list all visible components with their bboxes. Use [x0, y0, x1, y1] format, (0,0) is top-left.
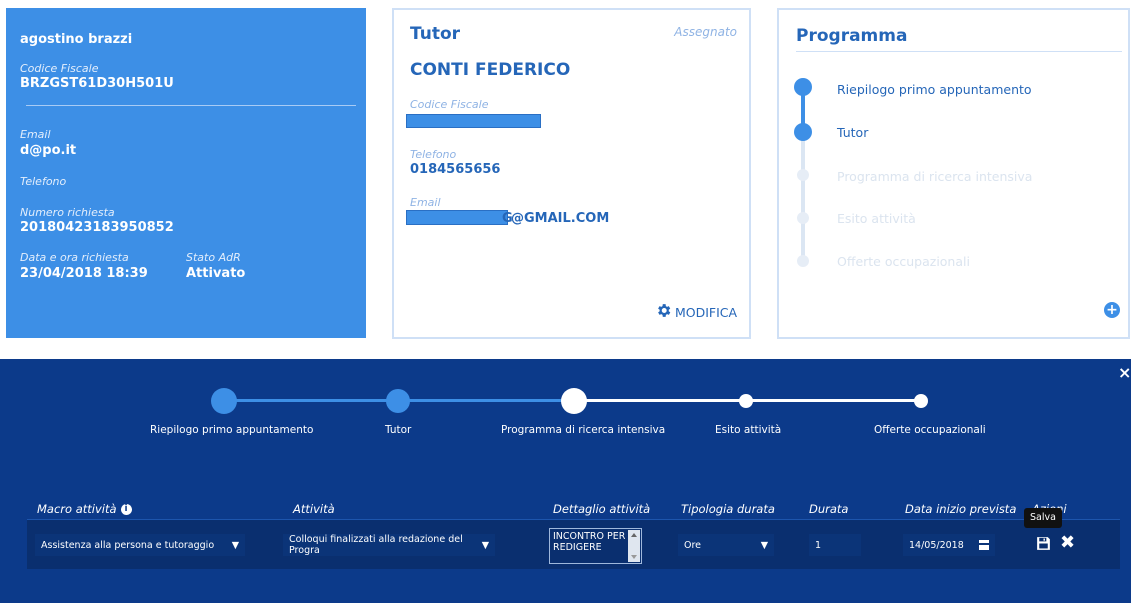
cancel-x-icon[interactable]: ✖	[1060, 533, 1075, 553]
tipologia-durata-value: Ore	[684, 539, 702, 551]
stato-label: Stato AdR	[186, 251, 241, 264]
dettaglio-textarea[interactable]: INCONTRO PER REDIGERE	[549, 528, 642, 564]
save-button[interactable]	[1035, 535, 1052, 556]
info-icon[interactable]: i	[120, 503, 132, 515]
data-inizio-input[interactable]: 14/05/2018	[903, 534, 995, 556]
tutor-title: Tutor	[410, 24, 461, 44]
salva-tooltip: Salva	[1024, 508, 1062, 528]
tutor-telefono-label: Telefono	[410, 148, 457, 161]
modifica-button[interactable]: MODIFICA	[655, 302, 737, 323]
programma-step-dot-3	[797, 169, 809, 181]
programma-step-1[interactable]: Riepilogo primo appuntamento	[837, 82, 1032, 97]
tutor-email-label: Email	[410, 196, 441, 209]
numero-richiesta-value: 20180423183950852	[20, 220, 174, 235]
user-card: agostino brazzi Codice Fiscale BRZGST61D…	[6, 8, 366, 338]
header-durata: Durata	[809, 502, 849, 516]
programma-title-underline	[796, 51, 1122, 52]
wizard-dot-2	[386, 389, 410, 413]
header-dettaglio: Dettaglio attività	[553, 502, 651, 516]
macro-attivita-value: Assistenza alla persona e tutoraggio	[41, 539, 215, 551]
user-name: agostino brazzi	[20, 32, 133, 47]
codice-fiscale-label: Codice Fiscale	[20, 62, 99, 75]
chevron-down-icon: ▼	[481, 539, 489, 551]
programma-step-dot-5	[797, 255, 809, 267]
wizard-step-5[interactable]: Offerte occupazionali	[874, 424, 986, 436]
redacted-email	[406, 210, 508, 225]
programma-step-2[interactable]: Tutor	[837, 125, 868, 140]
tutor-name: CONTI FEDERICO	[410, 60, 571, 80]
wizard-step-1[interactable]: Riepilogo primo appuntamento	[150, 424, 313, 436]
header-attivita: Attività	[293, 502, 335, 516]
data-ora-label: Data e ora richiesta	[20, 251, 129, 264]
programma-step-4: Esito attività	[837, 211, 916, 226]
attivita-select[interactable]: Colloqui finalizzati alla redazione del …	[283, 534, 495, 556]
wizard-dot-3	[561, 388, 587, 414]
tipologia-durata-select[interactable]: Ore ▼	[678, 534, 774, 556]
wizard-step-2[interactable]: Tutor	[385, 424, 411, 436]
email-value: d@po.it	[20, 143, 77, 158]
close-panel-icon[interactable]: ×	[1118, 363, 1131, 382]
macro-attivita-select[interactable]: Assistenza alla persona e tutoraggio ▼	[35, 534, 245, 556]
tutor-email-value: @GMAIL.COM	[511, 211, 610, 226]
wizard-dot-4	[739, 394, 753, 408]
scroll-down-icon[interactable]	[631, 555, 637, 559]
header-macro-attivita: Macro attività i	[37, 502, 132, 516]
programma-step-dot-2	[794, 123, 812, 141]
wizard-step-3[interactable]: Programma di ricerca intensiva	[501, 424, 665, 436]
chevron-down-icon: ▼	[231, 539, 239, 551]
header-data-inizio: Data inizio prevista	[905, 502, 1017, 516]
tutor-card: Tutor Assegnato CONTI FEDERICO Codice Fi…	[392, 8, 751, 339]
wizard-step-4[interactable]: Esito attività	[715, 424, 781, 436]
textarea-scrollbar[interactable]	[628, 530, 640, 562]
tutor-status: Assegnato	[674, 25, 737, 39]
wizard-dot-5	[914, 394, 928, 408]
scroll-up-icon[interactable]	[631, 533, 637, 537]
durata-value: 1	[815, 539, 822, 551]
modifica-label: MODIFICA	[675, 305, 738, 320]
header-macro-label: Macro attività	[37, 502, 117, 516]
email-label: Email	[20, 128, 51, 141]
numero-richiesta-label: Numero richiesta	[20, 206, 115, 219]
programma-title: Programma	[796, 26, 908, 46]
data-ora-value: 23/04/2018 18:39	[20, 266, 148, 281]
header-tipologia: Tipologia durata	[681, 502, 775, 516]
chevron-down-icon: ▼	[760, 539, 768, 551]
programma-step-dot-1	[794, 78, 812, 96]
programma-card: Programma Riepilogo primo appuntamento T…	[777, 8, 1130, 339]
tutor-telefono-value: 0184565656	[410, 162, 501, 177]
codice-fiscale-value: BRZGST61D30H501U	[20, 76, 174, 91]
data-inizio-value: 14/05/2018	[909, 539, 964, 551]
floppy-disk-icon	[1037, 537, 1050, 550]
redacted-codice-fiscale	[406, 114, 541, 128]
add-circle-icon[interactable]: +	[1104, 302, 1120, 318]
tutor-codice-fiscale-label: Codice Fiscale	[410, 98, 489, 111]
programma-step-dot-4	[797, 212, 809, 224]
divider	[26, 105, 356, 106]
calendar-icon[interactable]	[979, 540, 989, 550]
programma-step-5: Offerte occupazionali	[837, 254, 970, 269]
wizard-dot-1	[211, 388, 237, 414]
telefono-label: Telefono	[20, 175, 67, 188]
stato-value: Attivato	[186, 266, 246, 281]
dettaglio-line-1: INCONTRO PER	[553, 531, 626, 542]
dettaglio-line-2: REDIGERE	[553, 542, 602, 553]
programma-step-3: Programma di ricerca intensiva	[837, 169, 1033, 184]
gear-icon	[655, 302, 672, 323]
attivita-value: Colloqui finalizzati alla redazione del …	[289, 534, 463, 556]
durata-input[interactable]: 1	[809, 534, 861, 556]
